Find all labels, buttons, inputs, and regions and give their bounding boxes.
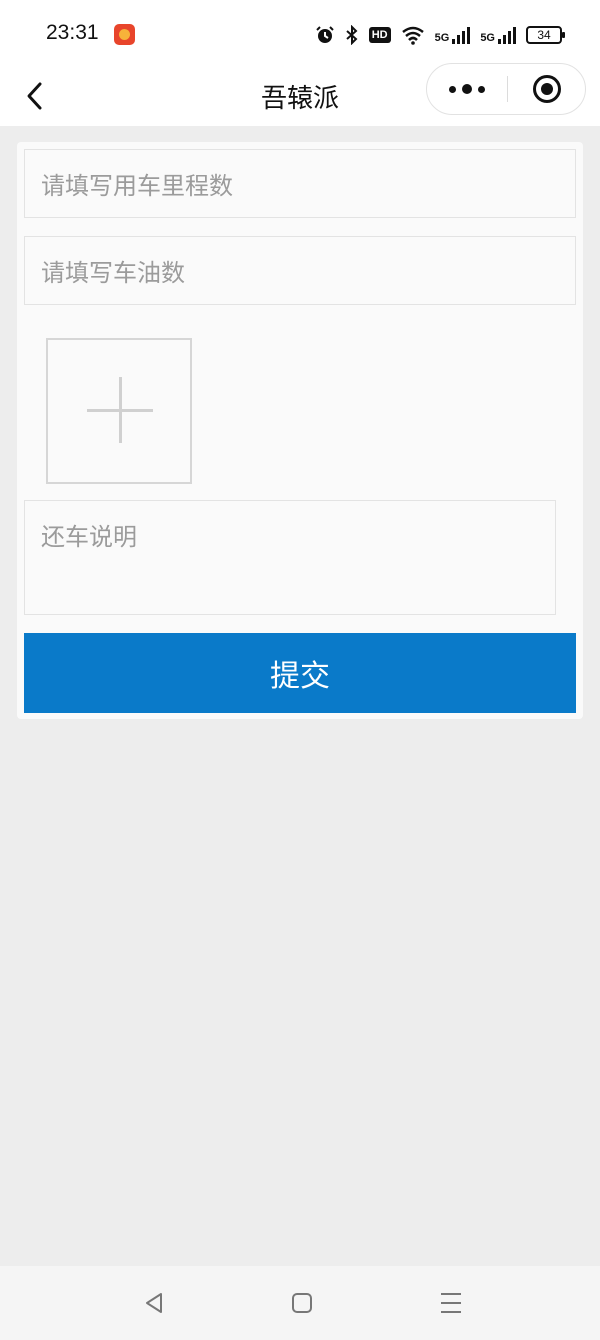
bluetooth-icon	[346, 25, 358, 45]
more-dots-icon	[449, 84, 485, 94]
system-nav-bar	[0, 1266, 600, 1340]
mini-program-capsule	[426, 63, 586, 115]
status-time: 23:31	[46, 21, 99, 44]
alarm-icon	[316, 26, 334, 43]
battery-icon: 34	[526, 26, 565, 44]
photo-upload-button[interactable]	[46, 338, 192, 484]
more-button[interactable]	[427, 64, 507, 114]
submit-button[interactable]: 提交	[24, 633, 576, 713]
status-icons: HD 5G 5G 34	[315, 22, 565, 48]
system-back-button[interactable]	[139, 1288, 169, 1318]
menu-lines-icon	[441, 1293, 461, 1313]
wifi-icon	[401, 26, 424, 45]
mileage-input[interactable]: 请填写用车里程数	[24, 149, 576, 218]
signal-2: 5G	[480, 26, 516, 44]
return-car-form: 请填写用车里程数 请填写车油数 还车说明 提交	[17, 142, 583, 719]
system-menu-button[interactable]	[436, 1288, 466, 1318]
hd-badge: HD	[368, 27, 391, 43]
nav-bar: 吾辕派	[0, 63, 600, 126]
status-bar: 23:31 HD 5G 5G 34	[0, 0, 600, 66]
triangle-back-icon	[146, 1293, 162, 1313]
return-note-textarea[interactable]: 还车说明	[24, 500, 556, 615]
target-icon	[533, 75, 561, 103]
fuel-input[interactable]: 请填写车油数	[24, 236, 576, 305]
app-logo-icon	[114, 24, 135, 45]
signal-1: 5G	[435, 26, 471, 44]
mileage-placeholder: 请填写用车里程数	[41, 172, 233, 200]
note-placeholder: 还车说明	[41, 523, 137, 551]
system-home-button[interactable]	[287, 1288, 317, 1318]
fuel-placeholder: 请填写车油数	[41, 259, 185, 287]
square-home-icon	[292, 1293, 312, 1313]
close-button[interactable]	[508, 64, 586, 114]
